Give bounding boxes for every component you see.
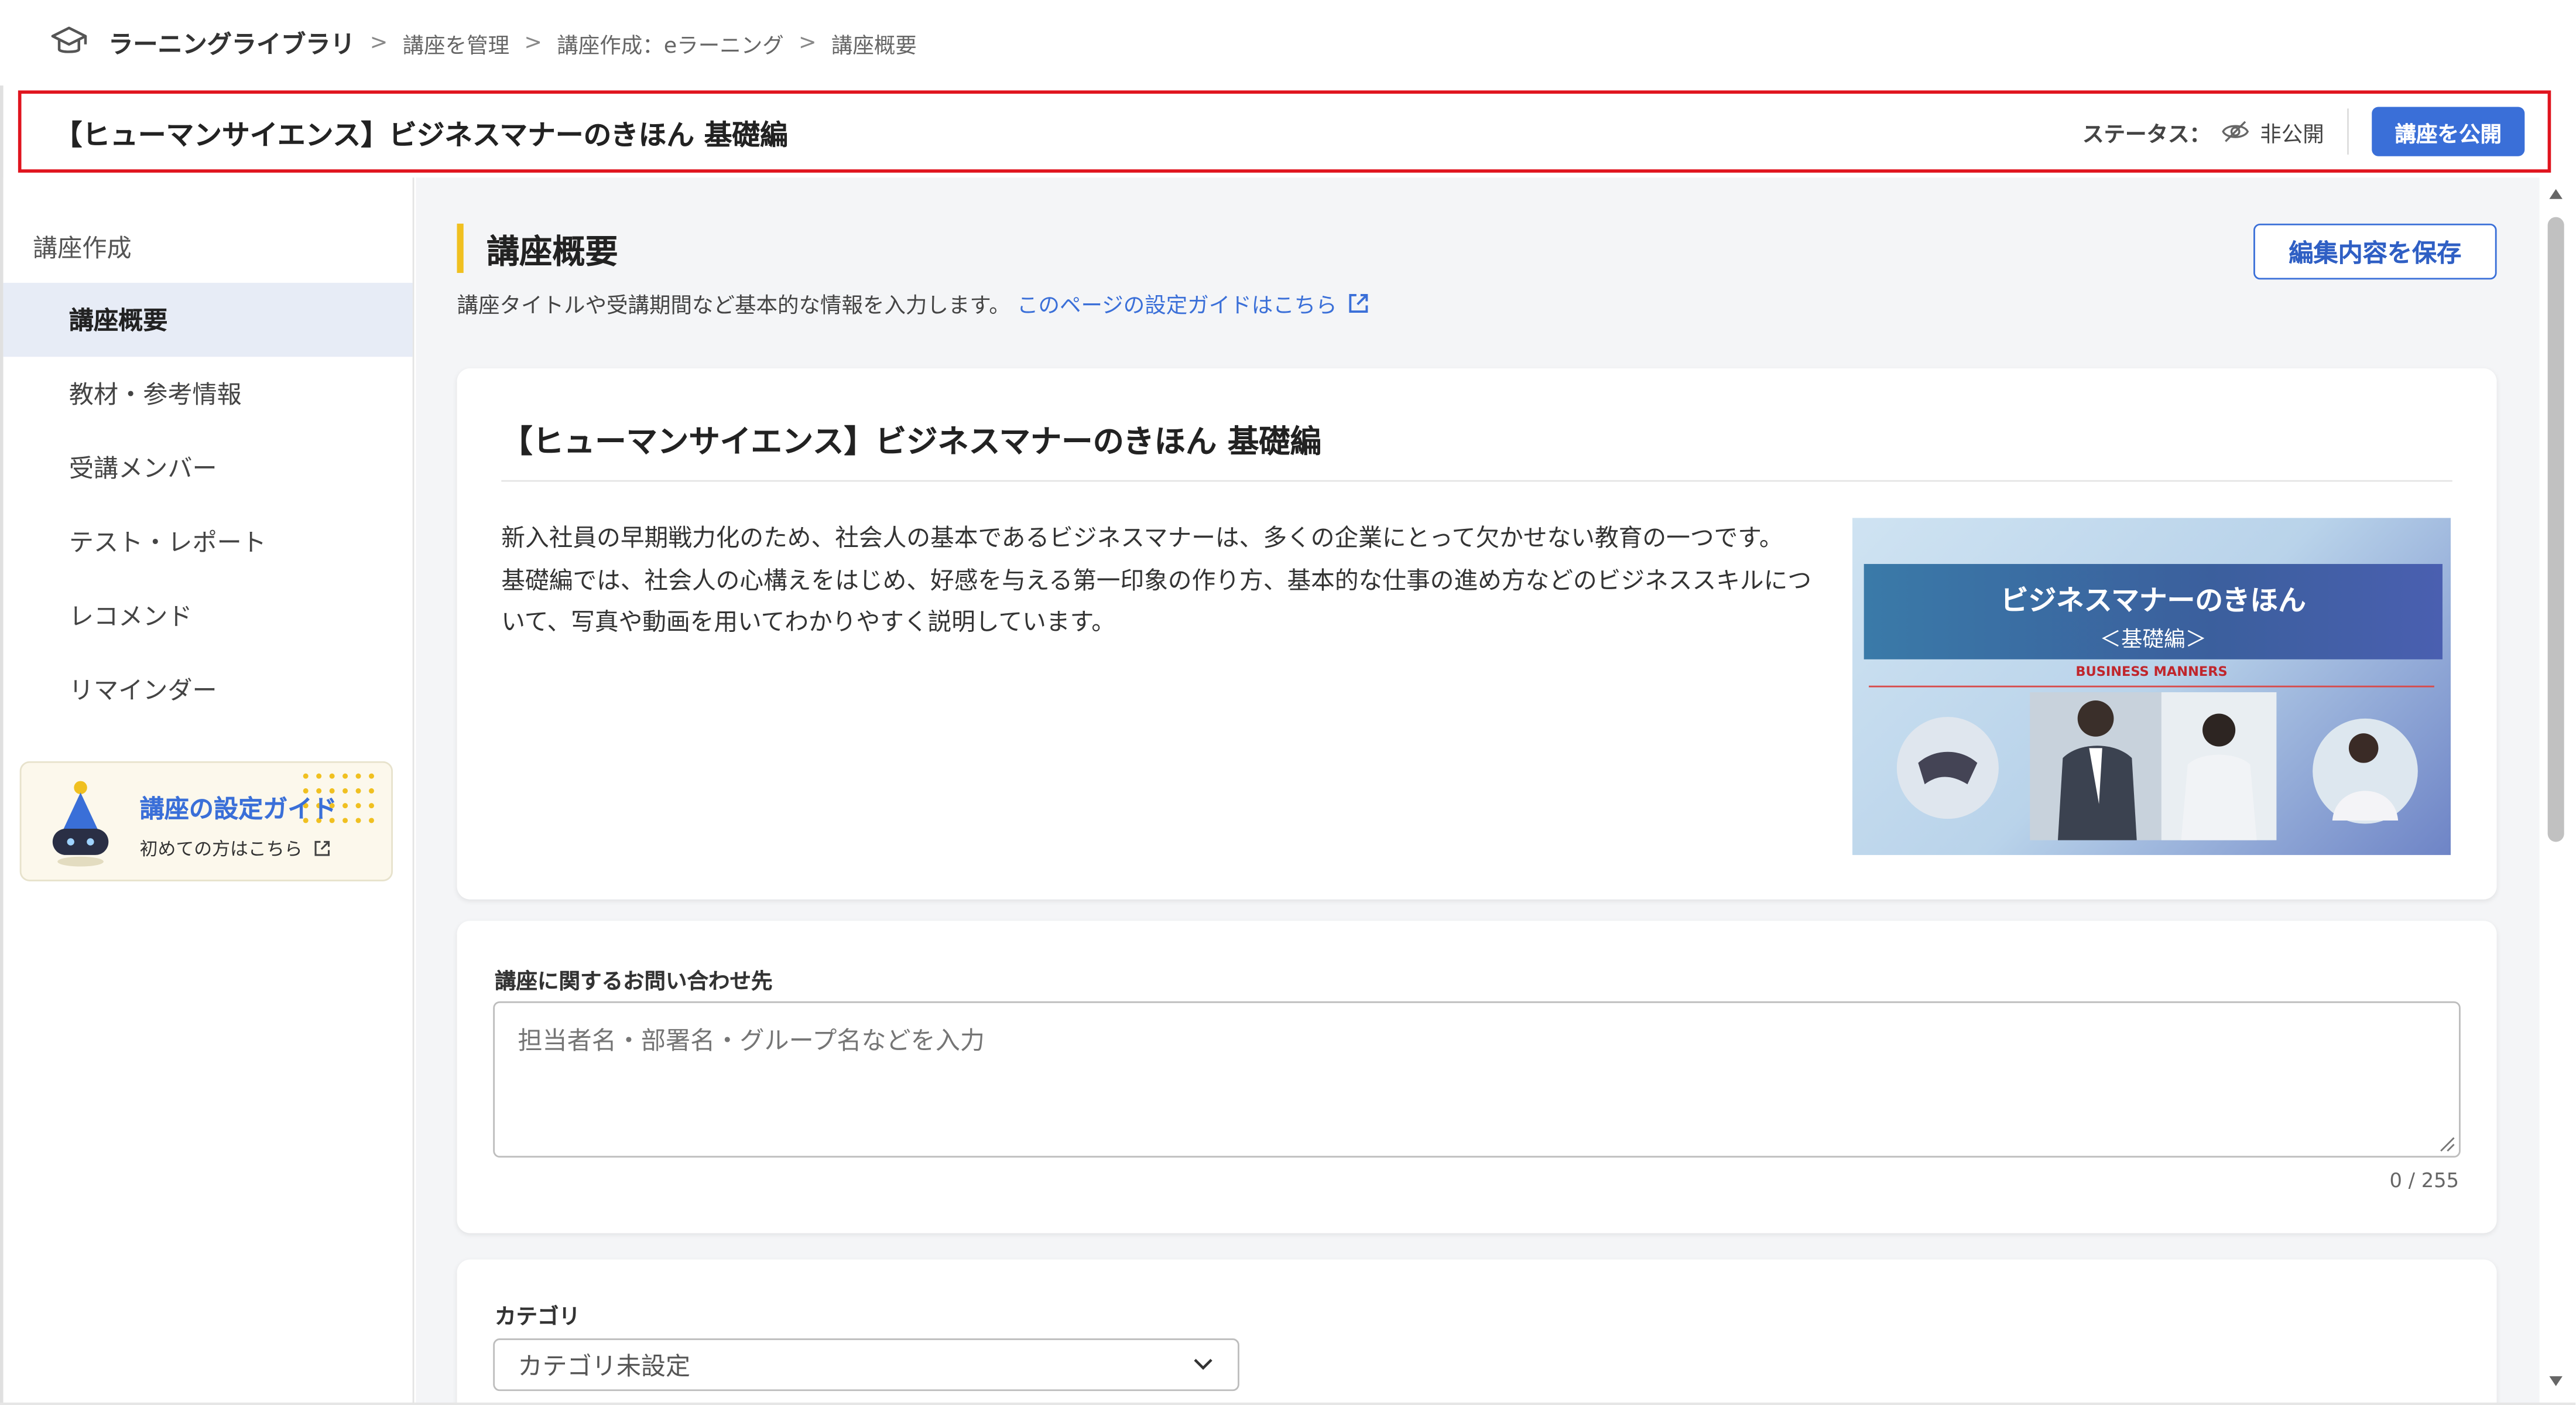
sidebar: 講座作成 講座概要 教材・参考情報 受講メンバー テスト・レポート レコメンド … <box>3 177 415 1405</box>
thumbnail-english: BUSINESS MANNERS <box>2075 664 2228 679</box>
eye-off-icon <box>2222 121 2249 142</box>
breadcrumb-item-manage[interactable]: 講座を管理 <box>403 27 510 59</box>
category-card: カテゴリ カテゴリ未設定 <box>457 1259 2497 1405</box>
setup-guide-card[interactable]: 講座の設定ガイド 初めての方はこちら <box>19 761 393 881</box>
category-selected-value: カテゴリ未設定 <box>518 1351 691 1380</box>
contact-label: 講座に関するお問い合わせ先 <box>495 970 773 995</box>
graduation-cap-icon <box>51 26 87 53</box>
guide-subtitle-text: 初めての方はこちら <box>139 838 303 860</box>
sidebar-item-tests[interactable]: テスト・レポート <box>4 505 413 579</box>
breadcrumb-separator: > <box>524 30 543 56</box>
guide-title: 講座の設定ガイド <box>139 794 337 824</box>
overview-title: 【ヒューマンサイエンス】ビジネスマナーのきほん 基礎編 <box>501 424 1322 461</box>
character-counter: 0 / 255 <box>2389 1169 2459 1192</box>
thumbnail-title: ビジネスマナーのきほん <box>2000 585 2306 618</box>
section-description-text: 講座タイトルや受講期間など基本的な情報を入力します。 <box>457 294 1010 319</box>
category-label: カテゴリ <box>495 1305 581 1331</box>
overview-description: 新入社員の早期戦力化のため、社会人の基本であるビジネスマナーは、多くの企業にとっ… <box>501 519 1816 645</box>
sidebar-item-members[interactable]: 受講メンバー <box>4 431 413 505</box>
contact-input[interactable] <box>493 1001 2461 1158</box>
resize-handle-icon[interactable] <box>2438 1134 2456 1153</box>
vertical-scrollbar[interactable] <box>2541 180 2571 1404</box>
divider <box>501 480 2452 482</box>
contact-card: 講座に関するお問い合わせ先 0 / 255 <box>457 921 2497 1233</box>
status-value: 非公開 <box>2260 122 2324 148</box>
robot-mascot-icon <box>52 781 109 867</box>
status-label: ステータス： <box>2082 122 2211 148</box>
breadcrumb-separator: > <box>799 30 817 56</box>
external-link-icon <box>314 840 330 856</box>
scroll-down-icon[interactable] <box>2548 1375 2564 1387</box>
overview-desc-line: 基礎編では、社会人の心構えをはじめ、好感を与える第一印象の作り方、基本的な仕事の… <box>501 568 1812 637</box>
sidebar-item-reminder[interactable]: リマインダー <box>4 653 413 727</box>
course-thumbnail: ビジネスマナーのきほん ＜基礎編＞ BUSINESS MANNERS <box>1852 518 2451 855</box>
breadcrumb-item-create[interactable]: 講座作成：eラーニング <box>557 27 783 59</box>
breadcrumb-app-name[interactable]: ラーニングライブラリ <box>108 26 355 60</box>
app-window: ラーニングライブラリ > 講座を管理 > 講座作成：eラーニング > 講座概要 … <box>0 0 2576 1405</box>
thumbnail-rule <box>1869 685 2434 688</box>
scrollbar-thumb[interactable] <box>2547 217 2564 842</box>
external-link-icon[interactable] <box>1347 291 1372 316</box>
publish-button[interactable]: 講座を公開 <box>2372 107 2525 156</box>
section-accent-bar <box>457 223 464 274</box>
divider <box>2347 108 2349 155</box>
thumbnail-subtitle: ＜基礎編＞ <box>2099 628 2207 653</box>
sidebar-item-recommend[interactable]: レコメンド <box>4 579 413 652</box>
overview-card: 【ヒューマンサイエンス】ビジネスマナーのきほん 基礎編 新入社員の早期戦力化のた… <box>457 368 2497 900</box>
section-description: 講座タイトルや受講期間など基本的な情報を入力します。 このページの設定ガイドはこ… <box>457 288 1371 319</box>
breadcrumb: ラーニングライブラリ > 講座を管理 > 講座作成：eラーニング > 講座概要 <box>0 0 2576 86</box>
sidebar-item-overview[interactable]: 講座概要 <box>3 282 413 357</box>
window-frame-bottom <box>0 1402 2576 1405</box>
breadcrumb-separator: > <box>369 30 388 56</box>
thumbnail-banner: ビジネスマナーのきほん ＜基礎編＞ <box>1864 563 2443 659</box>
course-title: 【ヒューマンサイエンス】ビジネスマナーのきほん 基礎編 <box>54 119 788 152</box>
page-guide-link[interactable]: このページの設定ガイドはこちら <box>1017 288 1337 319</box>
category-select[interactable]: カテゴリ未設定 <box>493 1338 1239 1392</box>
chevron-down-icon <box>1194 1359 1212 1370</box>
overview-desc-line: 新入社員の早期戦力化のため、社会人の基本であるビジネスマナーは、多くの企業にとっ… <box>501 526 1783 553</box>
section-header: 講座概要 <box>457 223 618 274</box>
main-content: 講座概要 講座タイトルや受講期間など基本的な情報を入力します。 このページの設定… <box>416 177 2540 1405</box>
section-title: 講座概要 <box>487 231 618 271</box>
save-button[interactable]: 編集内容を保存 <box>2253 223 2497 280</box>
course-title-bar: 【ヒューマンサイエンス】ビジネスマナーのきほん 基礎編 ステータス： 非公開 講… <box>18 90 2551 173</box>
guide-subtitle: 初めての方はこちら <box>140 835 332 862</box>
sidebar-title: 講座作成 <box>33 233 132 264</box>
scroll-up-icon[interactable] <box>2548 187 2564 200</box>
breadcrumb-item-current: 講座概要 <box>831 33 917 59</box>
sidebar-item-materials[interactable]: 教材・参考情報 <box>4 357 413 430</box>
thumbnail-photos <box>1896 692 2418 840</box>
